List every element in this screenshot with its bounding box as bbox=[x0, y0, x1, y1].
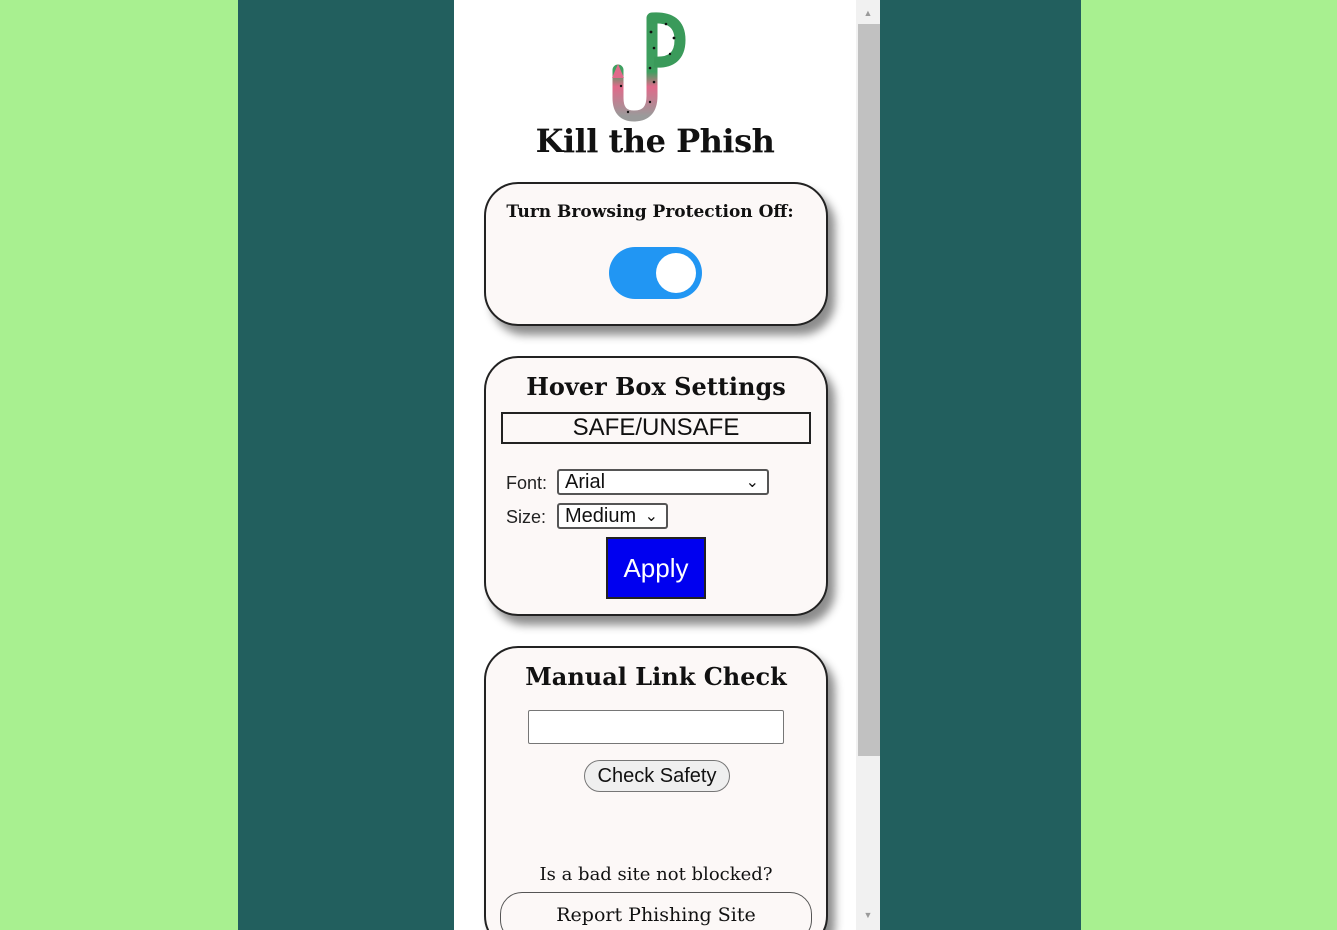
link-input[interactable] bbox=[528, 710, 784, 744]
manual-link-check-card: Manual Link Check Check Safety Is a bad … bbox=[484, 646, 828, 930]
fishing-hook-logo-icon bbox=[604, 8, 704, 124]
report-phishing-button[interactable]: Report Phishing Site bbox=[500, 892, 812, 930]
check-safety-button[interactable]: Check Safety bbox=[584, 760, 730, 792]
scroll-up-arrow-icon[interactable]: ▲ bbox=[856, 2, 880, 24]
scroll-thumb[interactable] bbox=[858, 24, 880, 756]
hover-box-heading: Hover Box Settings bbox=[526, 372, 786, 401]
size-select[interactable]: Medium ⌄ bbox=[557, 503, 668, 529]
apply-button[interactable]: Apply bbox=[606, 537, 706, 599]
font-label: Font: bbox=[506, 473, 548, 493]
hover-box-preview: SAFE/UNSAFE bbox=[501, 412, 811, 444]
chevron-down-icon: ⌄ bbox=[745, 474, 759, 491]
hover-box-settings-card: Hover Box Settings SAFE/UNSAFE Font: Ari… bbox=[484, 356, 828, 616]
protection-label: Turn Browsing Protection Off: bbox=[506, 202, 794, 222]
protection-toggle[interactable] bbox=[609, 247, 702, 299]
font-select-value: Arial bbox=[565, 471, 606, 493]
font-select[interactable]: Arial ⌄ bbox=[557, 469, 769, 495]
chevron-down-icon: ⌄ bbox=[644, 508, 658, 525]
vertical-scrollbar[interactable]: ▲ ▼ bbox=[856, 0, 880, 930]
size-label: Size: bbox=[506, 507, 547, 527]
scroll-down-arrow-icon[interactable]: ▼ bbox=[856, 904, 880, 926]
toggle-knob bbox=[656, 253, 696, 293]
manual-check-heading: Manual Link Check bbox=[525, 662, 787, 691]
app-title: Kill the Phish bbox=[535, 122, 775, 160]
bad-site-prompt: Is a bad site not blocked? bbox=[539, 864, 773, 885]
extension-popup: Kill the Phish Turn Browsing Protection … bbox=[454, 0, 880, 930]
protection-card: Turn Browsing Protection Off: bbox=[484, 182, 828, 326]
size-select-value: Medium bbox=[565, 505, 637, 527]
